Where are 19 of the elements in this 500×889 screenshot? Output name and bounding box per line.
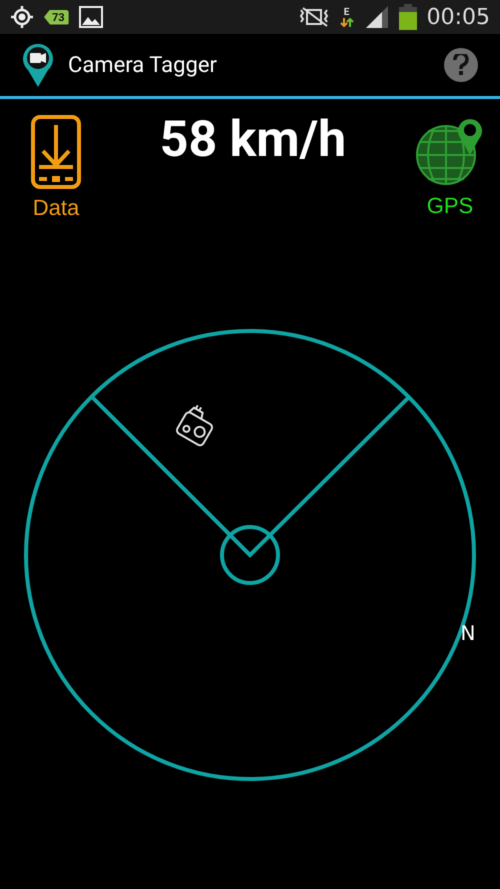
help-icon <box>453 54 469 76</box>
signal-icon <box>364 6 389 28</box>
heading-label: N <box>460 621 476 645</box>
vibrate-icon <box>298 7 329 27</box>
app-logo-icon <box>22 43 54 87</box>
help-button[interactable] <box>444 48 478 82</box>
data-arrows-icon <box>340 18 354 27</box>
camera-marker-icon <box>174 404 214 448</box>
gps-button[interactable]: GPS <box>418 115 482 235</box>
location-icon <box>10 5 34 29</box>
network-type: E <box>344 7 350 18</box>
notification-badge: 73 <box>44 10 69 24</box>
image-icon <box>78 6 103 28</box>
data-button[interactable]: Data <box>24 115 88 235</box>
speed-reading: 58 km/h <box>160 111 346 171</box>
phone-download-icon <box>31 115 81 189</box>
app-title: Camera Tagger <box>68 52 218 78</box>
clock: 00:05 <box>426 4 490 30</box>
battery-icon <box>398 4 417 30</box>
